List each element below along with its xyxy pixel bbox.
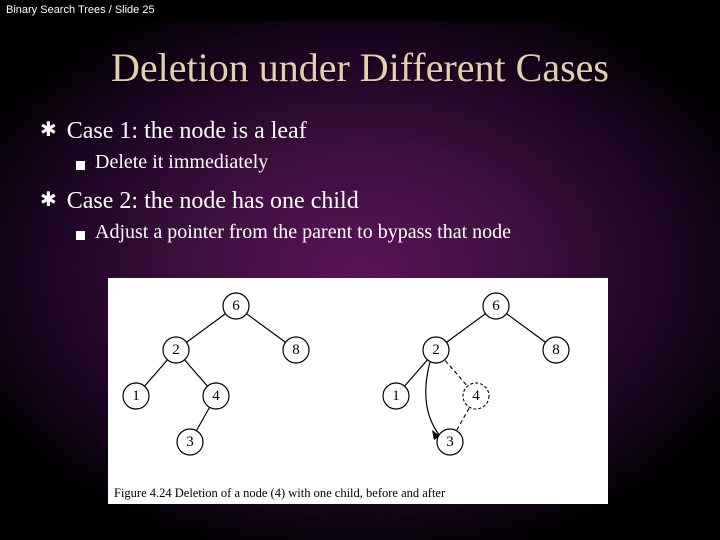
bullet-case-1: ✱ Case 1: the node is a leaf xyxy=(40,118,690,145)
node-label: 6 xyxy=(492,298,500,314)
slide-path: Binary Search Trees / Slide 25 xyxy=(0,0,720,21)
figure: .e { stroke:#000; stroke-width:1.2; fill… xyxy=(108,278,608,504)
bullet-text: Case 1: the node is a leaf xyxy=(67,118,307,145)
node-label: 3 xyxy=(446,434,454,450)
subbullet-case-1: Delete it immediately xyxy=(76,151,690,174)
node-label: 4 xyxy=(212,388,220,404)
node-label: 2 xyxy=(172,342,180,358)
node-label: 8 xyxy=(292,342,300,358)
node-label: 3 xyxy=(186,434,194,450)
asterisk-icon: ✱ xyxy=(40,187,57,212)
tree-before: 6 2 8 1 4 3 xyxy=(123,293,309,455)
bullet-text: Case 2: the node has one child xyxy=(67,188,359,215)
slide: Binary Search Trees / Slide 25 Deletion … xyxy=(0,0,720,540)
node-label: 8 xyxy=(552,342,560,358)
figure-caption: Figure 4.24 Deletion of a node (4) with … xyxy=(114,486,445,501)
square-icon xyxy=(76,161,85,170)
square-icon xyxy=(76,231,85,240)
bullet-text: Delete it immediately xyxy=(95,151,268,174)
bullet-case-2: ✱ Case 2: the node has one child xyxy=(40,188,690,215)
tree-after: 6 2 8 1 4 3 xyxy=(383,293,569,455)
asterisk-icon: ✱ xyxy=(40,117,57,142)
bst-diagram: .e { stroke:#000; stroke-width:1.2; fill… xyxy=(108,278,608,504)
slide-body: ✱ Case 1: the node is a leaf Delete it i… xyxy=(40,118,690,258)
node-label: 6 xyxy=(232,298,240,314)
node-label: 1 xyxy=(392,388,400,404)
node-label: 4 xyxy=(472,388,480,404)
bullet-text: Adjust a pointer from the parent to bypa… xyxy=(95,221,511,244)
subbullet-case-2: Adjust a pointer from the parent to bypa… xyxy=(76,221,690,244)
slide-title: Deletion under Different Cases xyxy=(0,44,720,91)
node-label: 2 xyxy=(432,342,440,358)
node-label: 1 xyxy=(132,388,140,404)
